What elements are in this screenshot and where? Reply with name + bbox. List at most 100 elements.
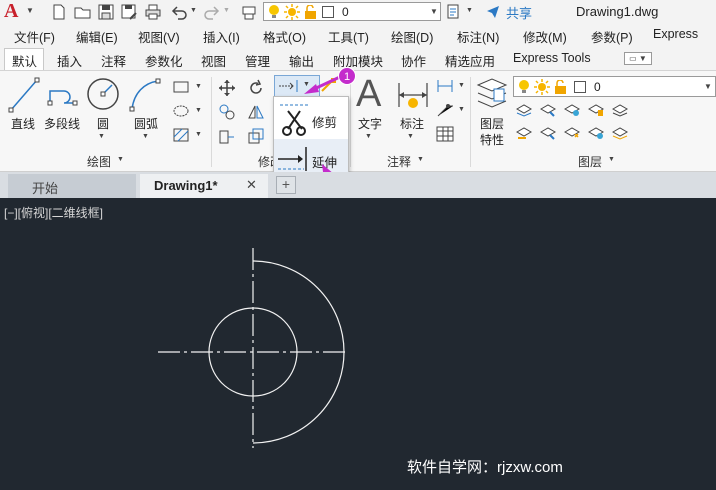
dimension-dropdown-icon[interactable]: ▼ bbox=[407, 133, 414, 140]
unlock-icon[interactable] bbox=[304, 5, 317, 20]
sun-icon[interactable] bbox=[534, 79, 550, 95]
undo-dropdown-icon[interactable]: ▼ bbox=[190, 7, 197, 14]
layer-dropdown[interactable]: 0 ▼ bbox=[513, 76, 716, 97]
rectangle-dropdown-icon[interactable]: ▼ bbox=[195, 83, 202, 90]
rectangle-tool-icon[interactable] bbox=[172, 80, 190, 94]
menu-view[interactable]: 视图(V) bbox=[138, 27, 180, 46]
text-tool-icon[interactable]: A bbox=[356, 73, 381, 116]
match-properties-icon[interactable] bbox=[446, 3, 464, 21]
layer-tool-2-icon[interactable] bbox=[540, 103, 556, 117]
rotate-tool-icon[interactable] bbox=[247, 79, 265, 97]
layer-tool-10-icon[interactable] bbox=[612, 126, 628, 140]
scale-tool-icon[interactable] bbox=[247, 127, 265, 145]
lightbulb-icon[interactable] bbox=[267, 4, 281, 20]
line-tool-label[interactable]: 直线 bbox=[11, 115, 35, 132]
draw-group-title[interactable]: 绘图 bbox=[87, 153, 111, 170]
arc-tool-icon[interactable] bbox=[128, 77, 162, 113]
ribbon-tab-view[interactable]: 视图 bbox=[201, 51, 226, 70]
text-tool-label[interactable]: 文字 bbox=[358, 115, 382, 132]
layer-tool-7-icon[interactable] bbox=[540, 126, 556, 140]
open-folder-icon[interactable] bbox=[74, 3, 92, 21]
save-as-icon[interactable] bbox=[120, 3, 138, 21]
layer-tool-3-icon[interactable] bbox=[564, 103, 580, 117]
app-menu-arrow-icon[interactable]: ▼ bbox=[26, 6, 34, 15]
print-icon[interactable] bbox=[144, 3, 162, 21]
close-tab-icon[interactable]: ✕ bbox=[246, 177, 257, 193]
undo-icon[interactable] bbox=[170, 3, 188, 21]
move-tool-icon[interactable] bbox=[218, 79, 236, 97]
ribbon-tab-output[interactable]: 输出 bbox=[289, 51, 314, 70]
copy-tool-icon[interactable] bbox=[218, 103, 236, 121]
menu-edit[interactable]: 编辑(E) bbox=[76, 27, 118, 46]
menu-file[interactable]: 文件(F) bbox=[14, 27, 55, 46]
layer-tool-1-icon[interactable] bbox=[516, 103, 532, 117]
table-icon[interactable] bbox=[436, 126, 454, 142]
ribbon-tab-collaborate[interactable]: 协作 bbox=[401, 51, 426, 70]
ribbon-tab-home[interactable]: 默认 bbox=[12, 51, 37, 70]
stretch-tool-icon[interactable] bbox=[218, 127, 236, 145]
layer-properties-label-line1[interactable]: 图层 bbox=[480, 115, 504, 132]
layer-dropdown-top[interactable]: 0 ▼ bbox=[263, 2, 441, 21]
layer-tool-4-icon[interactable] bbox=[588, 103, 604, 117]
lightbulb-icon[interactable] bbox=[517, 79, 531, 95]
arc-dropdown-icon[interactable]: ▼ bbox=[142, 133, 149, 140]
ribbon-tab-addins[interactable]: 附加模块 bbox=[333, 51, 383, 70]
line-tool-icon[interactable] bbox=[8, 77, 40, 113]
menu-draw[interactable]: 绘图(D) bbox=[391, 27, 433, 46]
drawing-canvas[interactable]: [−][俯视][二维线框] 软件自学网：rjzxw.com bbox=[0, 198, 716, 490]
layer-tool-6-icon[interactable] bbox=[516, 126, 532, 140]
polyline-tool-label[interactable]: 多段线 bbox=[44, 115, 80, 132]
menu-format[interactable]: 格式(O) bbox=[263, 27, 306, 46]
trim-menu-item[interactable]: 修剪 bbox=[274, 99, 348, 139]
circle-tool-label[interactable]: 圆 bbox=[97, 115, 109, 132]
annotation-group-expand-icon[interactable]: ▼ bbox=[417, 156, 424, 163]
layer-dropdown-arrow-icon[interactable]: ▼ bbox=[430, 7, 438, 16]
circle-dropdown-icon[interactable]: ▼ bbox=[98, 133, 105, 140]
layer-tool-8-icon[interactable] bbox=[564, 126, 580, 140]
hatch-dropdown-icon[interactable]: ▼ bbox=[195, 131, 202, 138]
dimension-tool-icon[interactable] bbox=[397, 79, 429, 111]
layer-properties-label-line2[interactable]: 特性 bbox=[480, 131, 504, 148]
leader-icon[interactable] bbox=[436, 102, 454, 118]
layers-group-expand-icon[interactable]: ▼ bbox=[608, 156, 615, 163]
menu-modify[interactable]: 修改(M) bbox=[523, 27, 567, 46]
hatch-tool-icon[interactable] bbox=[172, 104, 190, 118]
menu-insert[interactable]: 插入(I) bbox=[203, 27, 240, 46]
ribbon-tab-featured-apps[interactable]: 精选应用 bbox=[445, 51, 495, 70]
layer-properties-icon[interactable] bbox=[476, 75, 508, 111]
layer-tool-9-icon[interactable] bbox=[588, 126, 604, 140]
ribbon-tab-manage[interactable]: 管理 bbox=[245, 51, 270, 70]
share-button[interactable]: 共享 bbox=[506, 3, 532, 22]
share-send-icon[interactable] bbox=[486, 5, 500, 19]
menu-parametric[interactable]: 参数(P) bbox=[591, 27, 633, 46]
tab-start[interactable]: 开始 bbox=[8, 174, 136, 198]
ribbon-tab-parametric[interactable]: 参数化 bbox=[145, 51, 183, 70]
layers-group-title[interactable]: 图层 bbox=[578, 153, 602, 170]
ribbon-tab-annotate[interactable]: 注释 bbox=[101, 51, 126, 70]
gradient-tool-icon[interactable] bbox=[172, 127, 190, 143]
mirror-tool-icon[interactable] bbox=[247, 103, 265, 121]
redo-icon[interactable] bbox=[203, 3, 221, 21]
linear-dim-dropdown-icon[interactable]: ▼ bbox=[458, 82, 465, 89]
menu-tools[interactable]: 工具(T) bbox=[328, 27, 369, 46]
ribbon-tab-express-tools[interactable]: Express Tools bbox=[513, 51, 591, 65]
sun-icon[interactable] bbox=[284, 4, 300, 20]
layer-tool-5-icon[interactable] bbox=[612, 103, 628, 117]
new-tab-button[interactable]: + bbox=[276, 176, 296, 194]
polyline-tool-icon[interactable] bbox=[47, 81, 79, 111]
leader-dropdown-icon[interactable]: ▼ bbox=[458, 106, 465, 113]
ellipse-dropdown-icon[interactable]: ▼ bbox=[195, 107, 202, 114]
menu-dimension[interactable]: 标注(N) bbox=[457, 27, 499, 46]
plot-icon[interactable] bbox=[240, 3, 258, 21]
text-dropdown-icon[interactable]: ▼ bbox=[365, 133, 372, 140]
linear-dim-icon[interactable] bbox=[436, 78, 454, 94]
ribbon-tab-insert[interactable]: 插入 bbox=[57, 51, 82, 70]
draw-group-expand-icon[interactable]: ▼ bbox=[117, 156, 124, 163]
arc-tool-label[interactable]: 圆弧 bbox=[134, 115, 158, 132]
annotation-group-title[interactable]: 注释 bbox=[387, 153, 411, 170]
menu-express[interactable]: Express bbox=[653, 27, 698, 41]
save-icon[interactable] bbox=[97, 3, 115, 21]
unlock-icon[interactable] bbox=[554, 80, 567, 95]
layer-dropdown-arrow-icon[interactable]: ▼ bbox=[704, 82, 712, 91]
redo-dropdown-icon[interactable]: ▼ bbox=[223, 7, 230, 14]
